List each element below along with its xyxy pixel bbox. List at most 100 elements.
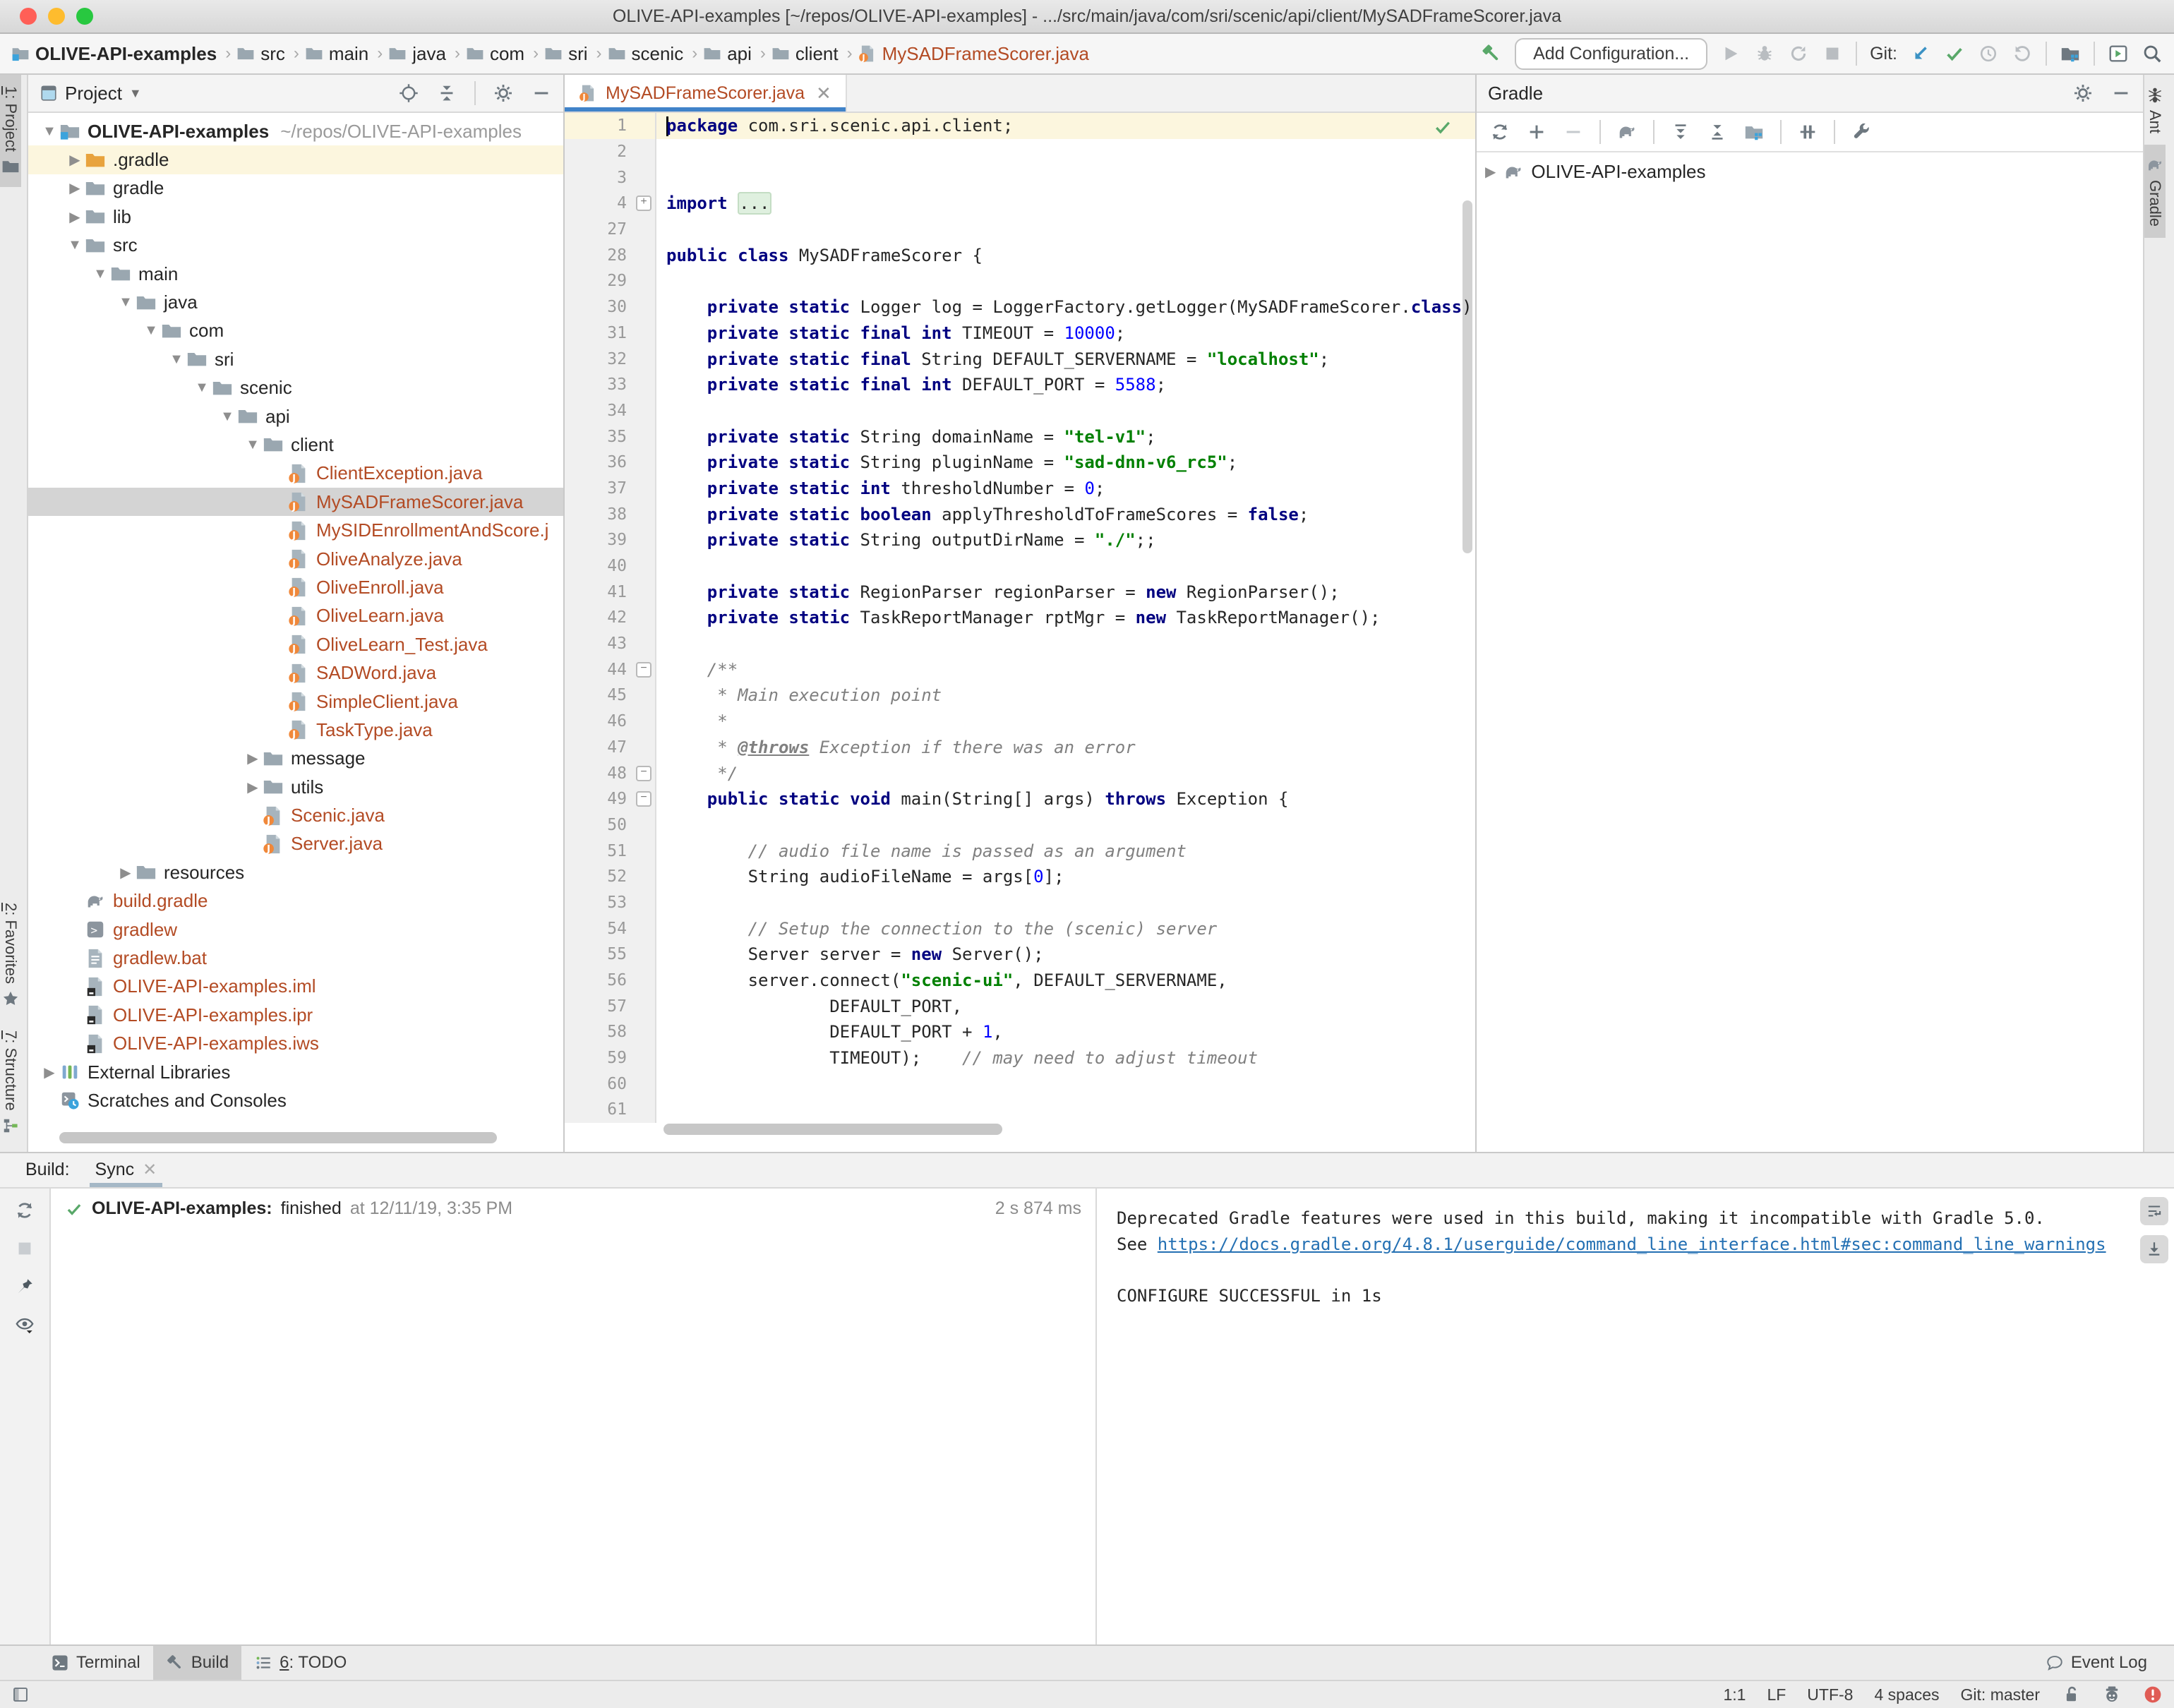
tree-item-sri[interactable]: ▼sri — [28, 345, 563, 373]
chevron-down-icon[interactable]: ▼ — [129, 86, 142, 101]
breadcrumb-item-scenic[interactable]: scenic — [608, 43, 684, 65]
status-git-branch[interactable]: Git: master — [1961, 1685, 2040, 1704]
line-number[interactable]: 45 — [565, 682, 632, 709]
soft-wrap-button[interactable] — [2140, 1197, 2168, 1225]
line-number[interactable]: 36 — [565, 450, 632, 476]
tree-item-scenic-java[interactable]: JScenic.java — [28, 801, 563, 829]
code-line-39[interactable]: 39 private static String outputDirName =… — [565, 527, 1475, 553]
code-line-57[interactable]: 57 DEFAULT_PORT, — [565, 993, 1475, 1019]
debug-icon[interactable] — [1754, 43, 1775, 64]
code-line-33[interactable]: 33 private static final int DEFAULT_PORT… — [565, 372, 1475, 398]
breadcrumb-item-client[interactable]: client — [771, 43, 839, 65]
refresh-gradle-icon[interactable] — [1489, 121, 1511, 143]
chevron-down-icon[interactable]: ▼ — [116, 294, 136, 311]
collapse-all-icon[interactable] — [436, 83, 457, 104]
status-caret-position[interactable]: 1:1 — [1723, 1685, 1746, 1704]
tool-stripe-favorites[interactable]: 2: Favorites — [0, 891, 21, 1019]
editor-vertical-scrollbar[interactable] — [1463, 200, 1472, 553]
line-number[interactable]: 34 — [565, 398, 632, 424]
line-number[interactable]: 40 — [565, 553, 632, 579]
code-line-54[interactable]: 54 // Setup the connection to the (sceni… — [565, 915, 1475, 942]
ide-fatal-errors-icon[interactable] — [2143, 1685, 2163, 1704]
inspections-ok-icon[interactable] — [1433, 117, 1453, 137]
chevron-down-icon[interactable]: ▼ — [65, 237, 85, 253]
tree-item-com[interactable]: ▼com — [28, 317, 563, 345]
execute-gradle-task-icon[interactable] — [1616, 121, 1638, 143]
chevron-right-icon[interactable]: ▶ — [243, 750, 263, 767]
close-sync-tab-icon[interactable]: ✕ — [143, 1160, 157, 1180]
status-indent-style[interactable]: 4 spaces — [1874, 1685, 1939, 1704]
chevron-down-icon[interactable]: ▼ — [167, 351, 186, 368]
locate-file-icon[interactable] — [398, 83, 419, 104]
toolwindow-terminal[interactable]: Terminal — [38, 1646, 153, 1680]
tree-item-simpleclient-java[interactable]: JSimpleClient.java — [28, 687, 563, 716]
build-status-row[interactable]: OLIVE-API-examples: finished at 12/11/19… — [65, 1198, 1081, 1219]
code-line-31[interactable]: 31 private static final int TIMEOUT = 10… — [565, 320, 1475, 347]
tree-item--gradle[interactable]: ▶.gradle — [28, 145, 563, 174]
tree-item-olive-api-examples-iws[interactable]: OLIVE-API-examples.iws — [28, 1030, 563, 1058]
tool-stripe-gradle[interactable]: Gradle — [2144, 145, 2166, 238]
tool-stripe-project[interactable]: 1: Project — [0, 75, 21, 187]
line-number[interactable]: 35 — [565, 423, 632, 450]
line-number[interactable]: 3 — [565, 164, 632, 191]
line-number[interactable]: 39 — [565, 527, 632, 553]
close-tab-icon[interactable]: ✕ — [816, 83, 831, 104]
code-line-30[interactable]: 30 private static Logger log = LoggerFac… — [565, 294, 1475, 320]
breadcrumb-item-mysadframescorer-java[interactable]: JMySADFrameScorer.java — [858, 43, 1089, 65]
line-number[interactable]: 31 — [565, 320, 632, 347]
chevron-right-icon[interactable]: ▶ — [40, 1064, 59, 1081]
tree-item-client[interactable]: ▼client — [28, 431, 563, 459]
tree-item-lib[interactable]: ▶lib — [28, 203, 563, 231]
code-line-58[interactable]: 58 DEFAULT_PORT + 1, — [565, 1019, 1475, 1045]
breadcrumb-item-src[interactable]: src — [236, 43, 285, 65]
code-line-29[interactable]: 29 — [565, 268, 1475, 294]
line-number[interactable]: 49 — [565, 786, 632, 812]
gradle-settings-icon[interactable] — [1851, 121, 1872, 143]
code-line-32[interactable]: 32 private static final String DEFAULT_S… — [565, 346, 1475, 372]
chevron-down-icon[interactable]: ▼ — [141, 323, 161, 339]
code-line-44[interactable]: 44− /** — [565, 656, 1475, 682]
code-line-38[interactable]: 38 private static boolean applyThreshold… — [565, 501, 1475, 527]
chevron-down-icon[interactable]: ▼ — [243, 437, 263, 453]
run-with-coverage-icon[interactable] — [1788, 43, 1809, 64]
breadcrumb-item-main[interactable]: main — [305, 43, 368, 65]
gradle-warning-link[interactable]: https://docs.gradle.org/4.8.1/userguide/… — [1158, 1234, 2106, 1254]
sync-tab[interactable]: Sync ✕ — [90, 1160, 163, 1187]
chevron-right-icon[interactable]: ▶ — [116, 864, 136, 882]
toolwindow-build[interactable]: Build — [153, 1646, 241, 1680]
chevron-right-icon[interactable]: ▶ — [65, 208, 85, 226]
code-line-48[interactable]: 48− */ — [565, 760, 1475, 786]
code-editor[interactable]: 1package com.sri.scenic.api.client;234+i… — [565, 113, 1475, 1152]
code-line-59[interactable]: 59 TIMEOUT); // may need to adjust timeo… — [565, 1045, 1475, 1071]
editor-horizontal-scrollbar[interactable] — [663, 1124, 1002, 1135]
line-number[interactable]: 58 — [565, 1019, 632, 1045]
collapse-all-icon[interactable] — [1707, 121, 1728, 143]
line-number[interactable]: 27 — [565, 217, 632, 243]
tree-item-api[interactable]: ▼api — [28, 402, 563, 431]
project-panel-title[interactable]: Project — [65, 83, 122, 104]
line-number[interactable]: 1 — [565, 113, 632, 139]
status-file-encoding[interactable]: UTF-8 — [1807, 1685, 1853, 1704]
code-line-37[interactable]: 37 private static int thresholdNumber = … — [565, 476, 1475, 502]
code-line-28[interactable]: 28public class MySADFrameScorer { — [565, 242, 1475, 268]
breadcrumb-item-java[interactable]: java — [388, 43, 446, 65]
breadcrumb-item-api[interactable]: api — [703, 43, 752, 65]
line-number[interactable]: 32 — [565, 346, 632, 372]
status-line-separator[interactable]: LF — [1767, 1685, 1786, 1704]
line-number[interactable]: 29 — [565, 268, 632, 294]
code-line-61[interactable]: 61 — [565, 1097, 1475, 1123]
code-line-51[interactable]: 51 // audio file name is passed as an ar… — [565, 838, 1475, 864]
line-number[interactable]: 48 — [565, 760, 632, 786]
breadcrumb-item-olive-api-examples[interactable]: OLIVE-API-examples — [11, 43, 217, 65]
gradle-root-node[interactable]: ▶ OLIVE-API-examples — [1485, 161, 2134, 183]
code-line-53[interactable]: 53 — [565, 890, 1475, 916]
chevron-down-icon[interactable]: ▼ — [192, 380, 212, 396]
line-number[interactable]: 60 — [565, 1071, 632, 1097]
tree-item-main[interactable]: ▼main — [28, 260, 563, 288]
chevron-down-icon[interactable]: ▼ — [217, 409, 237, 425]
tool-stripe-structure[interactable]: 7: Structure — [0, 1019, 21, 1146]
fold-marker-icon[interactable]: − — [632, 786, 656, 812]
line-number[interactable]: 37 — [565, 476, 632, 502]
chevron-right-icon[interactable]: ▶ — [65, 179, 85, 197]
tree-item-utils[interactable]: ▶utils — [28, 773, 563, 801]
